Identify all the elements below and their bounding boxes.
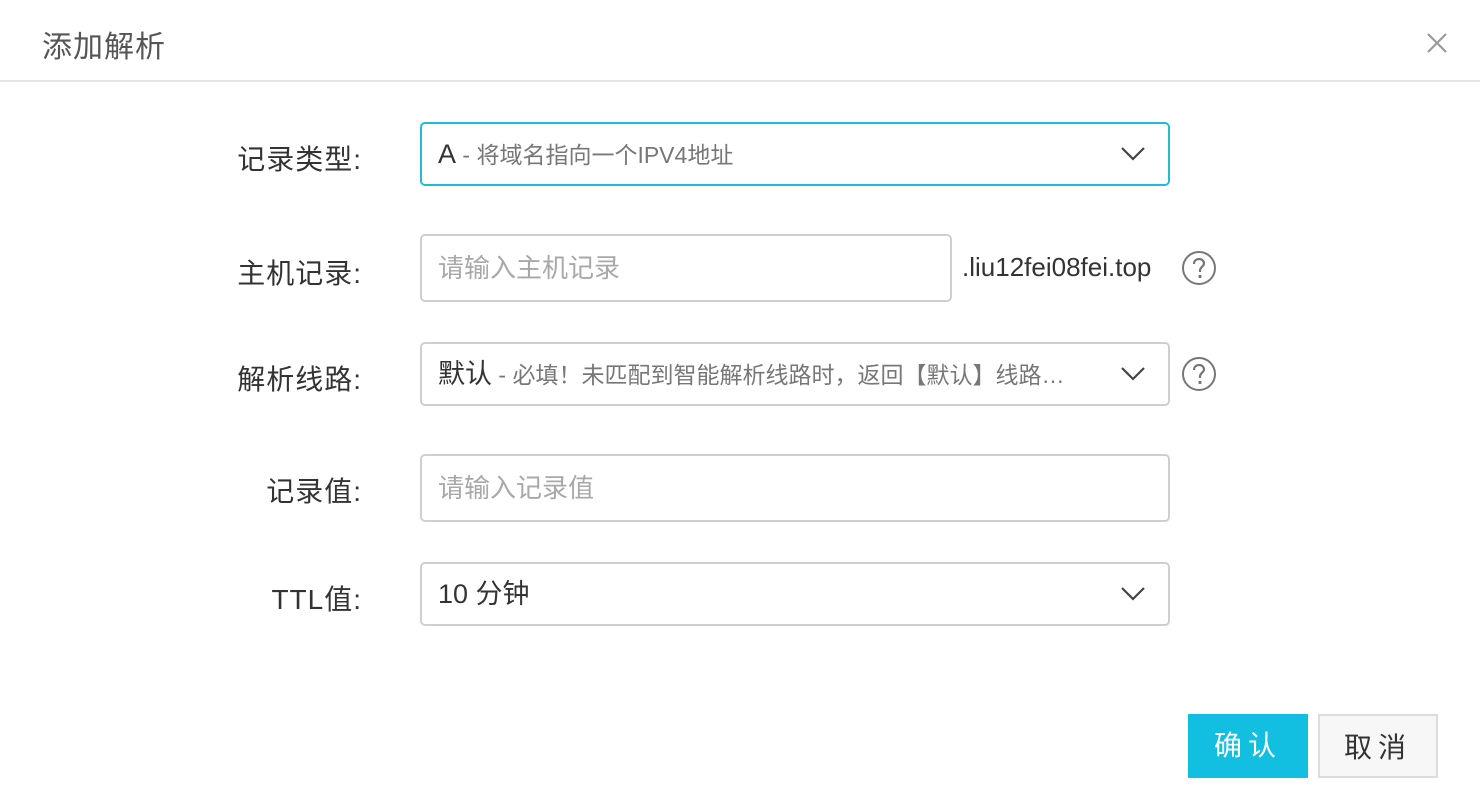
line-select[interactable]: 默认 - 必填！未匹配到智能解析线路时，返回【默认】线路… bbox=[420, 342, 1170, 406]
line-value: 默认 bbox=[438, 359, 492, 389]
record-value-field bbox=[420, 454, 1170, 522]
confirm-button[interactable]: 确认 bbox=[1188, 714, 1308, 778]
record-type-description: - 将域名指向一个IPV4地址 bbox=[456, 142, 734, 168]
record-type-label: 记录类型: bbox=[237, 144, 362, 175]
chevron-down-icon bbox=[1121, 587, 1145, 601]
record-value-input[interactable] bbox=[422, 456, 1168, 520]
record-type-value: A bbox=[438, 139, 457, 169]
ttl-value: 10 分钟 bbox=[438, 579, 530, 609]
line-selected: 默认 - 必填！未匹配到智能解析线路时，返回【默认】线路… bbox=[438, 344, 1098, 404]
ttl-selected: 10 分钟 bbox=[438, 564, 1098, 624]
host-record-input[interactable] bbox=[422, 236, 950, 300]
add-record-dialog: 添加解析 记录类型: A - 将域名指向一个IPV4地址 主机记录: .liu1… bbox=[0, 0, 1480, 804]
question-circle-icon[interactable] bbox=[1181, 250, 1217, 286]
cancel-button[interactable]: 取消 bbox=[1318, 714, 1438, 778]
dialog-title: 添加解析 bbox=[42, 31, 166, 64]
ttl-label: TTL值: bbox=[271, 584, 362, 615]
chevron-down-icon bbox=[1121, 147, 1145, 161]
question-circle-icon[interactable] bbox=[1181, 356, 1217, 392]
chevron-down-icon bbox=[1121, 367, 1145, 381]
record-type-selected: A - 将域名指向一个IPV4地址 bbox=[438, 124, 1098, 184]
host-record-field bbox=[420, 234, 952, 302]
line-label: 解析线路: bbox=[237, 364, 362, 395]
ttl-select[interactable]: 10 分钟 bbox=[420, 562, 1170, 626]
record-type-select[interactable]: A - 将域名指向一个IPV4地址 bbox=[420, 122, 1170, 186]
host-record-label: 主机记录: bbox=[237, 258, 362, 289]
domain-suffix: .liu12fei08fei.top bbox=[962, 252, 1152, 282]
record-value-label: 记录值: bbox=[266, 476, 362, 507]
line-description: - 必填！未匹配到智能解析线路时，返回【默认】线路… bbox=[492, 362, 1065, 388]
close-icon[interactable] bbox=[1424, 30, 1450, 56]
dialog-header: 添加解析 bbox=[0, 0, 1480, 82]
